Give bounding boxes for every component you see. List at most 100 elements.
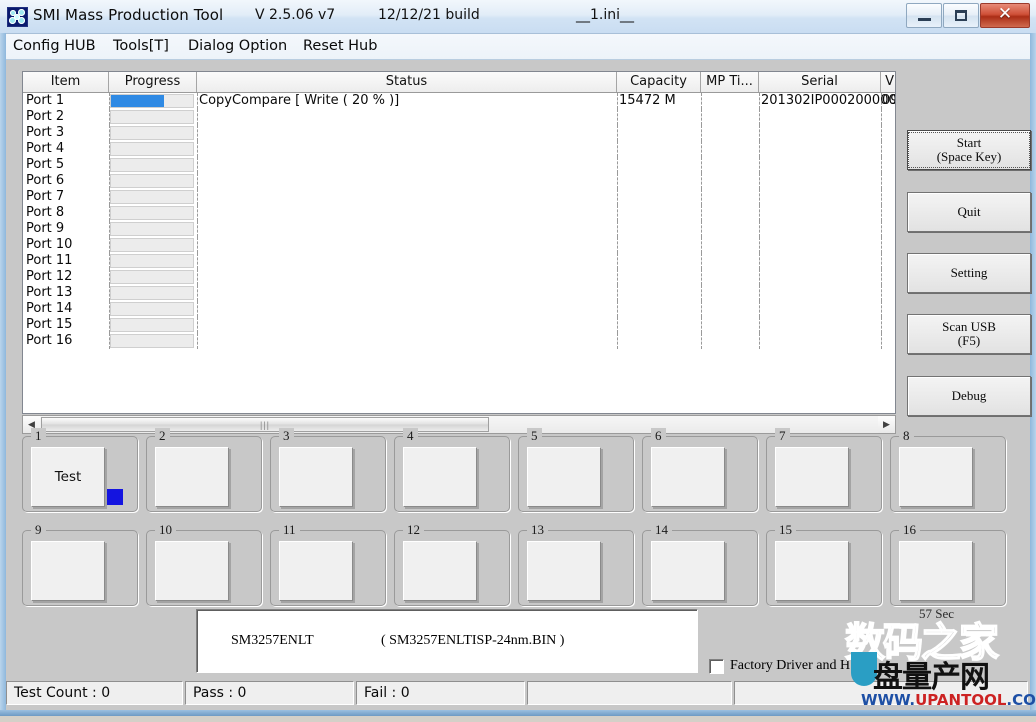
table-row[interactable]: Port 4 xyxy=(23,141,895,157)
row-item-label: Port 14 xyxy=(26,301,86,317)
table-row[interactable]: Port 7 xyxy=(23,189,895,205)
table-row[interactable]: Port 15 xyxy=(23,317,895,333)
column-header-capacity[interactable]: Capacity xyxy=(617,72,701,92)
port-panel-pad[interactable] xyxy=(155,447,229,507)
table-row[interactable]: Port 6 xyxy=(23,173,895,189)
factory-driver-checkbox[interactable]: Factory Driver and H xyxy=(709,658,850,674)
port-panel-7[interactable]: 7 xyxy=(766,436,882,512)
table-row[interactable]: Port 1CopyCompare [ Write ( 20 % )]15472… xyxy=(23,93,895,109)
column-divider xyxy=(759,333,760,349)
checkbox-box-icon[interactable] xyxy=(709,659,724,674)
port-panel-number: 10 xyxy=(155,522,176,538)
table-row[interactable]: Port 14 xyxy=(23,301,895,317)
column-divider xyxy=(197,157,198,173)
column-divider xyxy=(197,109,198,125)
column-header-vid[interactable]: VID xyxy=(881,72,896,92)
port-panel-11[interactable]: 11 xyxy=(270,530,386,606)
port-panel-pad[interactable] xyxy=(899,447,973,507)
menu-item-reset-hub[interactable]: Reset Hub xyxy=(299,38,381,54)
column-divider xyxy=(617,157,618,173)
port-panel-13[interactable]: 13 xyxy=(518,530,634,606)
column-divider xyxy=(759,205,760,221)
column-divider xyxy=(701,237,702,253)
port-panel-pad[interactable] xyxy=(155,541,229,601)
port-panel-2[interactable]: 2 xyxy=(146,436,262,512)
row-progress-bar xyxy=(110,286,194,300)
port-panel-pad[interactable] xyxy=(651,541,725,601)
table-row[interactable]: Port 5 xyxy=(23,157,895,173)
port-panel-pad[interactable] xyxy=(775,447,849,507)
port-panel-12[interactable]: 12 xyxy=(394,530,510,606)
table-row[interactable]: Port 12 xyxy=(23,269,895,285)
table-row[interactable]: Port 9 xyxy=(23,221,895,237)
column-header-serial[interactable]: Serial xyxy=(759,72,881,92)
status-cell-0: Test Count : 0 xyxy=(6,681,183,705)
start-button[interactable]: Start (Space Key) xyxy=(907,130,1031,170)
table-body: Port 1CopyCompare [ Write ( 20 % )]15472… xyxy=(23,93,895,414)
port-panel-number: 15 xyxy=(775,522,796,538)
port-panel-pad[interactable] xyxy=(527,541,601,601)
port-panel-10[interactable]: 10 xyxy=(146,530,262,606)
port-panel-1[interactable]: 1Test xyxy=(22,436,138,512)
table-row[interactable]: Port 2 xyxy=(23,109,895,125)
setting-button[interactable]: Setting xyxy=(907,253,1031,293)
row-item-label: Port 6 xyxy=(26,173,86,189)
port-panel-4[interactable]: 4 xyxy=(394,436,510,512)
port-panel-pad[interactable] xyxy=(403,447,477,507)
minimize-button[interactable] xyxy=(906,3,942,28)
column-header-mp-ti[interactable]: MP Ti... xyxy=(701,72,759,92)
column-header-item[interactable]: Item xyxy=(23,72,109,92)
table-row[interactable]: Port 3 xyxy=(23,125,895,141)
port-panel-pad[interactable] xyxy=(279,447,353,507)
row-progress-bar xyxy=(110,110,194,124)
port-panel-pad[interactable] xyxy=(527,447,601,507)
port-panel-pad[interactable]: Test xyxy=(31,447,105,507)
status-cell-3 xyxy=(527,681,732,705)
column-divider xyxy=(197,173,198,189)
menu-item-config-hub[interactable]: Config HUB xyxy=(9,38,100,54)
table-row[interactable]: Port 16 xyxy=(23,333,895,349)
column-divider xyxy=(197,189,198,205)
port-panel-6[interactable]: 6 xyxy=(642,436,758,512)
quit-button[interactable]: Quit xyxy=(907,192,1031,232)
maximize-button[interactable] xyxy=(943,3,979,28)
port-panel-8[interactable]: 8 xyxy=(890,436,1006,512)
menu-item-dialog-option[interactable]: Dialog Option xyxy=(184,38,291,54)
port-table[interactable]: ItemProgressStatusCapacityMP Ti...Serial… xyxy=(22,71,896,414)
scan-usb-button[interactable]: Scan USB (F5) xyxy=(907,314,1031,354)
column-divider xyxy=(881,141,882,157)
port-panel-number: 11 xyxy=(279,522,300,538)
port-panel-pad[interactable] xyxy=(651,447,725,507)
close-button[interactable]: ✕ xyxy=(980,3,1030,28)
table-row[interactable]: Port 10 xyxy=(23,237,895,253)
table-row[interactable]: Port 8 xyxy=(23,205,895,221)
port-panel-5[interactable]: 5 xyxy=(518,436,634,512)
port-panel-14[interactable]: 14 xyxy=(642,530,758,606)
port-panel-9[interactable]: 9 xyxy=(22,530,138,606)
debug-button[interactable]: Debug xyxy=(907,376,1031,416)
table-row[interactable]: Port 13 xyxy=(23,285,895,301)
table-row[interactable]: Port 11 xyxy=(23,253,895,269)
column-divider xyxy=(881,157,882,173)
port-panel-3[interactable]: 3 xyxy=(270,436,386,512)
row-serial-text: 201302IP0002000000 xyxy=(761,93,896,109)
column-divider xyxy=(197,253,198,269)
table-header-row: ItemProgressStatusCapacityMP Ti...Serial… xyxy=(23,72,895,93)
column-header-status[interactable]: Status xyxy=(197,72,617,92)
port-panel-pad[interactable] xyxy=(403,541,477,601)
port-panel-15[interactable]: 15 xyxy=(766,530,882,606)
column-divider xyxy=(701,269,702,285)
port-panel-pad[interactable] xyxy=(279,541,353,601)
column-divider xyxy=(617,269,618,285)
column-divider xyxy=(197,317,198,333)
column-header-progress[interactable]: Progress xyxy=(109,72,197,92)
port-panel-pad[interactable] xyxy=(775,541,849,601)
menu-item-tools-t[interactable]: Tools[T] xyxy=(109,38,173,54)
port-panel-pad[interactable] xyxy=(899,541,973,601)
status-cell-2: Fail : 0 xyxy=(356,681,525,705)
port-panel-pad[interactable] xyxy=(31,541,105,601)
column-divider xyxy=(197,141,198,157)
port-panel-16[interactable]: 16 xyxy=(890,530,1006,606)
chip-info-box: SM3257ENLT( SM3257ENLTISP-24nm.BIN ) ISP… xyxy=(196,609,698,673)
row-item-label: Port 12 xyxy=(26,269,86,285)
